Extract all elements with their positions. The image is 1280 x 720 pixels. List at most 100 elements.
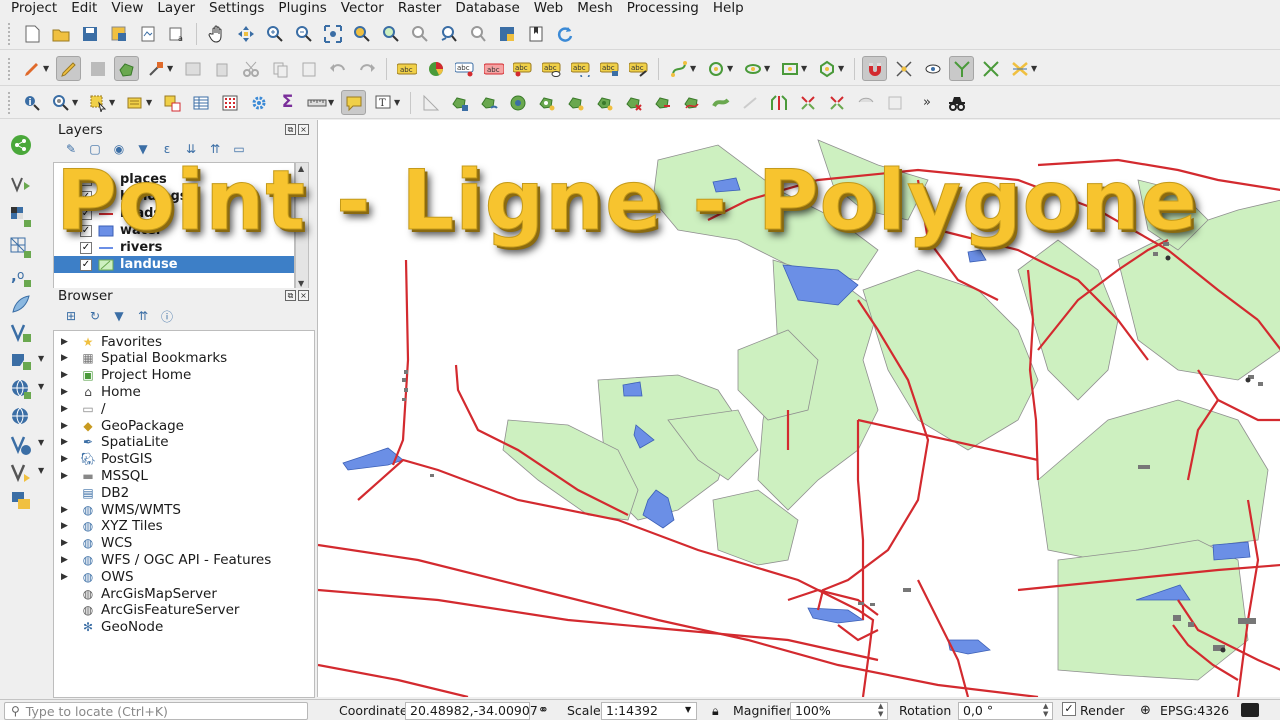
locator-search-input[interactable]: ⚲ Type to locate (Ctrl+K) [4, 702, 308, 720]
zoom-to-layer-icon[interactable] [378, 21, 403, 46]
chevron-down-icon[interactable]: ▼ [38, 466, 44, 475]
menu-vector[interactable]: Vector [334, 0, 391, 16]
layer-row-landuse[interactable]: ✓ landuse [54, 256, 294, 273]
menu-raster[interactable]: Raster [391, 0, 449, 16]
collapse-all-icon[interactable]: ⇈ [133, 307, 153, 325]
run-feature-action-icon[interactable] [48, 90, 73, 115]
new-print-layout-icon[interactable] [135, 21, 160, 46]
pin-labels-icon[interactable]: abc [452, 56, 477, 81]
coordinate-field[interactable]: 20.48982,-34.00907 [405, 702, 538, 720]
snap-on-intersection-icon[interactable] [949, 56, 974, 81]
magnifier-spinner-icon[interactable]: ▲ ▼ [878, 702, 883, 718]
scale-field[interactable]: 1:14392 [601, 702, 697, 720]
text-annotation-icon[interactable]: T [370, 90, 395, 115]
add-spatialite-layer-icon[interactable] [8, 292, 34, 318]
expand-arrow-icon[interactable]: ▶ [61, 370, 68, 380]
toolbox-gear-icon[interactable] [246, 90, 271, 115]
toolbar-grip[interactable] [8, 22, 13, 45]
delete-selected-icon[interactable] [209, 56, 234, 81]
toolbar-grip[interactable] [8, 91, 13, 114]
select-features-icon[interactable] [85, 90, 110, 115]
browser-item[interactable]: ◍ ArcGisMapServer [54, 585, 314, 602]
expand-arrow-icon[interactable]: ▶ [61, 421, 68, 431]
label-properties-icon[interactable]: abc [626, 56, 651, 81]
add-raster-layer-icon[interactable] [8, 204, 34, 230]
extents-toggle-icon[interactable]: ⚭ [538, 703, 549, 718]
add-selected-layers-icon[interactable]: ⊞ [61, 307, 81, 325]
expand-arrow-icon[interactable]: ▶ [61, 505, 68, 515]
filter-browser-icon[interactable]: ▼ [109, 307, 129, 325]
expand-arrow-icon[interactable]: ▶ [61, 471, 68, 481]
float-panel-icon[interactable]: ⧉ [285, 124, 296, 135]
add-xyz-layer-icon[interactable] [8, 376, 34, 402]
self-snapping-icon[interactable] [1007, 56, 1032, 81]
rotate-feature-icon[interactable] [476, 90, 501, 115]
chevron-down-icon[interactable]: ▼ [328, 98, 336, 107]
browser-item[interactable]: ▶ ◍ XYZ Tiles [54, 518, 314, 535]
menu-view[interactable]: View [104, 0, 150, 16]
scale-dropdown-chevron-icon[interactable]: ▼ [685, 705, 691, 714]
menu-database[interactable]: Database [448, 0, 526, 16]
reshape-feature-icon[interactable] [679, 90, 704, 115]
layout-manager-icon[interactable]: a [164, 21, 189, 46]
zoom-full-icon[interactable] [320, 21, 345, 46]
browser-item[interactable]: ▤ DB2 [54, 484, 314, 501]
split-features-icon[interactable] [766, 90, 791, 115]
copy-features-icon[interactable] [267, 56, 292, 81]
show-hide-labels-icon[interactable]: abc [539, 56, 564, 81]
deselect-all-icon[interactable] [159, 90, 184, 115]
browser-item[interactable]: ▶ ⌂ Home [54, 383, 314, 400]
fill-ring-icon[interactable] [592, 90, 617, 115]
rotation-field[interactable]: 0,0 ° [958, 702, 1053, 720]
add-wcs-layer-icon[interactable] [8, 404, 34, 430]
close-panel-icon[interactable]: × [298, 124, 309, 135]
toggle-editing-icon[interactable] [56, 56, 81, 81]
new-map-view-icon[interactable] [494, 21, 519, 46]
save-as-icon[interactable] [106, 21, 131, 46]
render-checkbox[interactable]: ✓ [1062, 702, 1076, 716]
chevron-down-icon[interactable]: ▼ [764, 64, 772, 73]
browser-item[interactable]: ◍ ArcGisFeatureServer [54, 602, 314, 619]
chevron-down-icon[interactable]: ▼ [38, 354, 44, 363]
chevron-down-icon[interactable]: ▼ [727, 64, 735, 73]
zoom-to-selection-icon[interactable] [349, 21, 374, 46]
browser-item[interactable]: ▶ ◍ WCS [54, 535, 314, 552]
add-wms-layer-icon[interactable] [8, 348, 34, 374]
chevron-down-icon[interactable]: ▼ [690, 64, 698, 73]
rotate-point-symbols-icon[interactable] [882, 90, 907, 115]
chevron-down-icon[interactable]: ▼ [1031, 64, 1039, 73]
toolbar-grip[interactable] [8, 57, 13, 80]
layer-diagram-icon[interactable] [423, 56, 448, 81]
pan-to-selection-icon[interactable] [233, 21, 258, 46]
zoom-out-icon[interactable] [291, 21, 316, 46]
add-temporary-layer-icon[interactable] [8, 488, 34, 514]
add-part-icon[interactable] [563, 90, 588, 115]
add-wfs-layer-icon[interactable] [8, 432, 34, 458]
add-virtual-layer-icon[interactable] [8, 320, 34, 346]
new-bookmark-icon[interactable] [523, 21, 548, 46]
expand-arrow-icon[interactable]: ▶ [61, 404, 68, 414]
browser-item[interactable]: ▶ 🐘︎ PostGIS [54, 451, 314, 468]
digitize-circle-icon[interactable] [703, 56, 728, 81]
identify-features-icon[interactable]: i [19, 90, 44, 115]
paste-features-icon[interactable] [296, 56, 321, 81]
incognito-plugin-icon[interactable] [945, 90, 970, 115]
menu-help[interactable]: Help [706, 0, 751, 16]
map-tips-icon[interactable] [341, 90, 366, 115]
new-vector-layer-icon[interactable] [8, 460, 34, 486]
chevron-down-icon[interactable]: ▼ [38, 438, 44, 447]
cut-features-icon[interactable] [238, 56, 263, 81]
change-label-icon[interactable]: abc [597, 56, 622, 81]
statistics-sigma-icon[interactable]: Σ [275, 90, 300, 115]
chevron-down-icon[interactable]: ▼ [43, 64, 51, 73]
add-polygon-feature-icon[interactable] [114, 56, 139, 81]
chevron-down-icon[interactable]: ▼ [38, 382, 44, 391]
refresh-icon[interactable] [552, 21, 577, 46]
rotation-spinner-icon[interactable]: ▲ ▼ [1043, 702, 1048, 718]
browser-item[interactable]: ✻ GeoNode [54, 619, 314, 636]
expand-arrow-icon[interactable]: ▶ [61, 337, 68, 347]
expand-arrow-icon[interactable]: ▶ [61, 572, 68, 582]
tracing-icon[interactable] [978, 56, 1003, 81]
zoom-in-icon[interactable] [262, 21, 287, 46]
browser-item[interactable]: ▶ ▭ / [54, 400, 314, 417]
